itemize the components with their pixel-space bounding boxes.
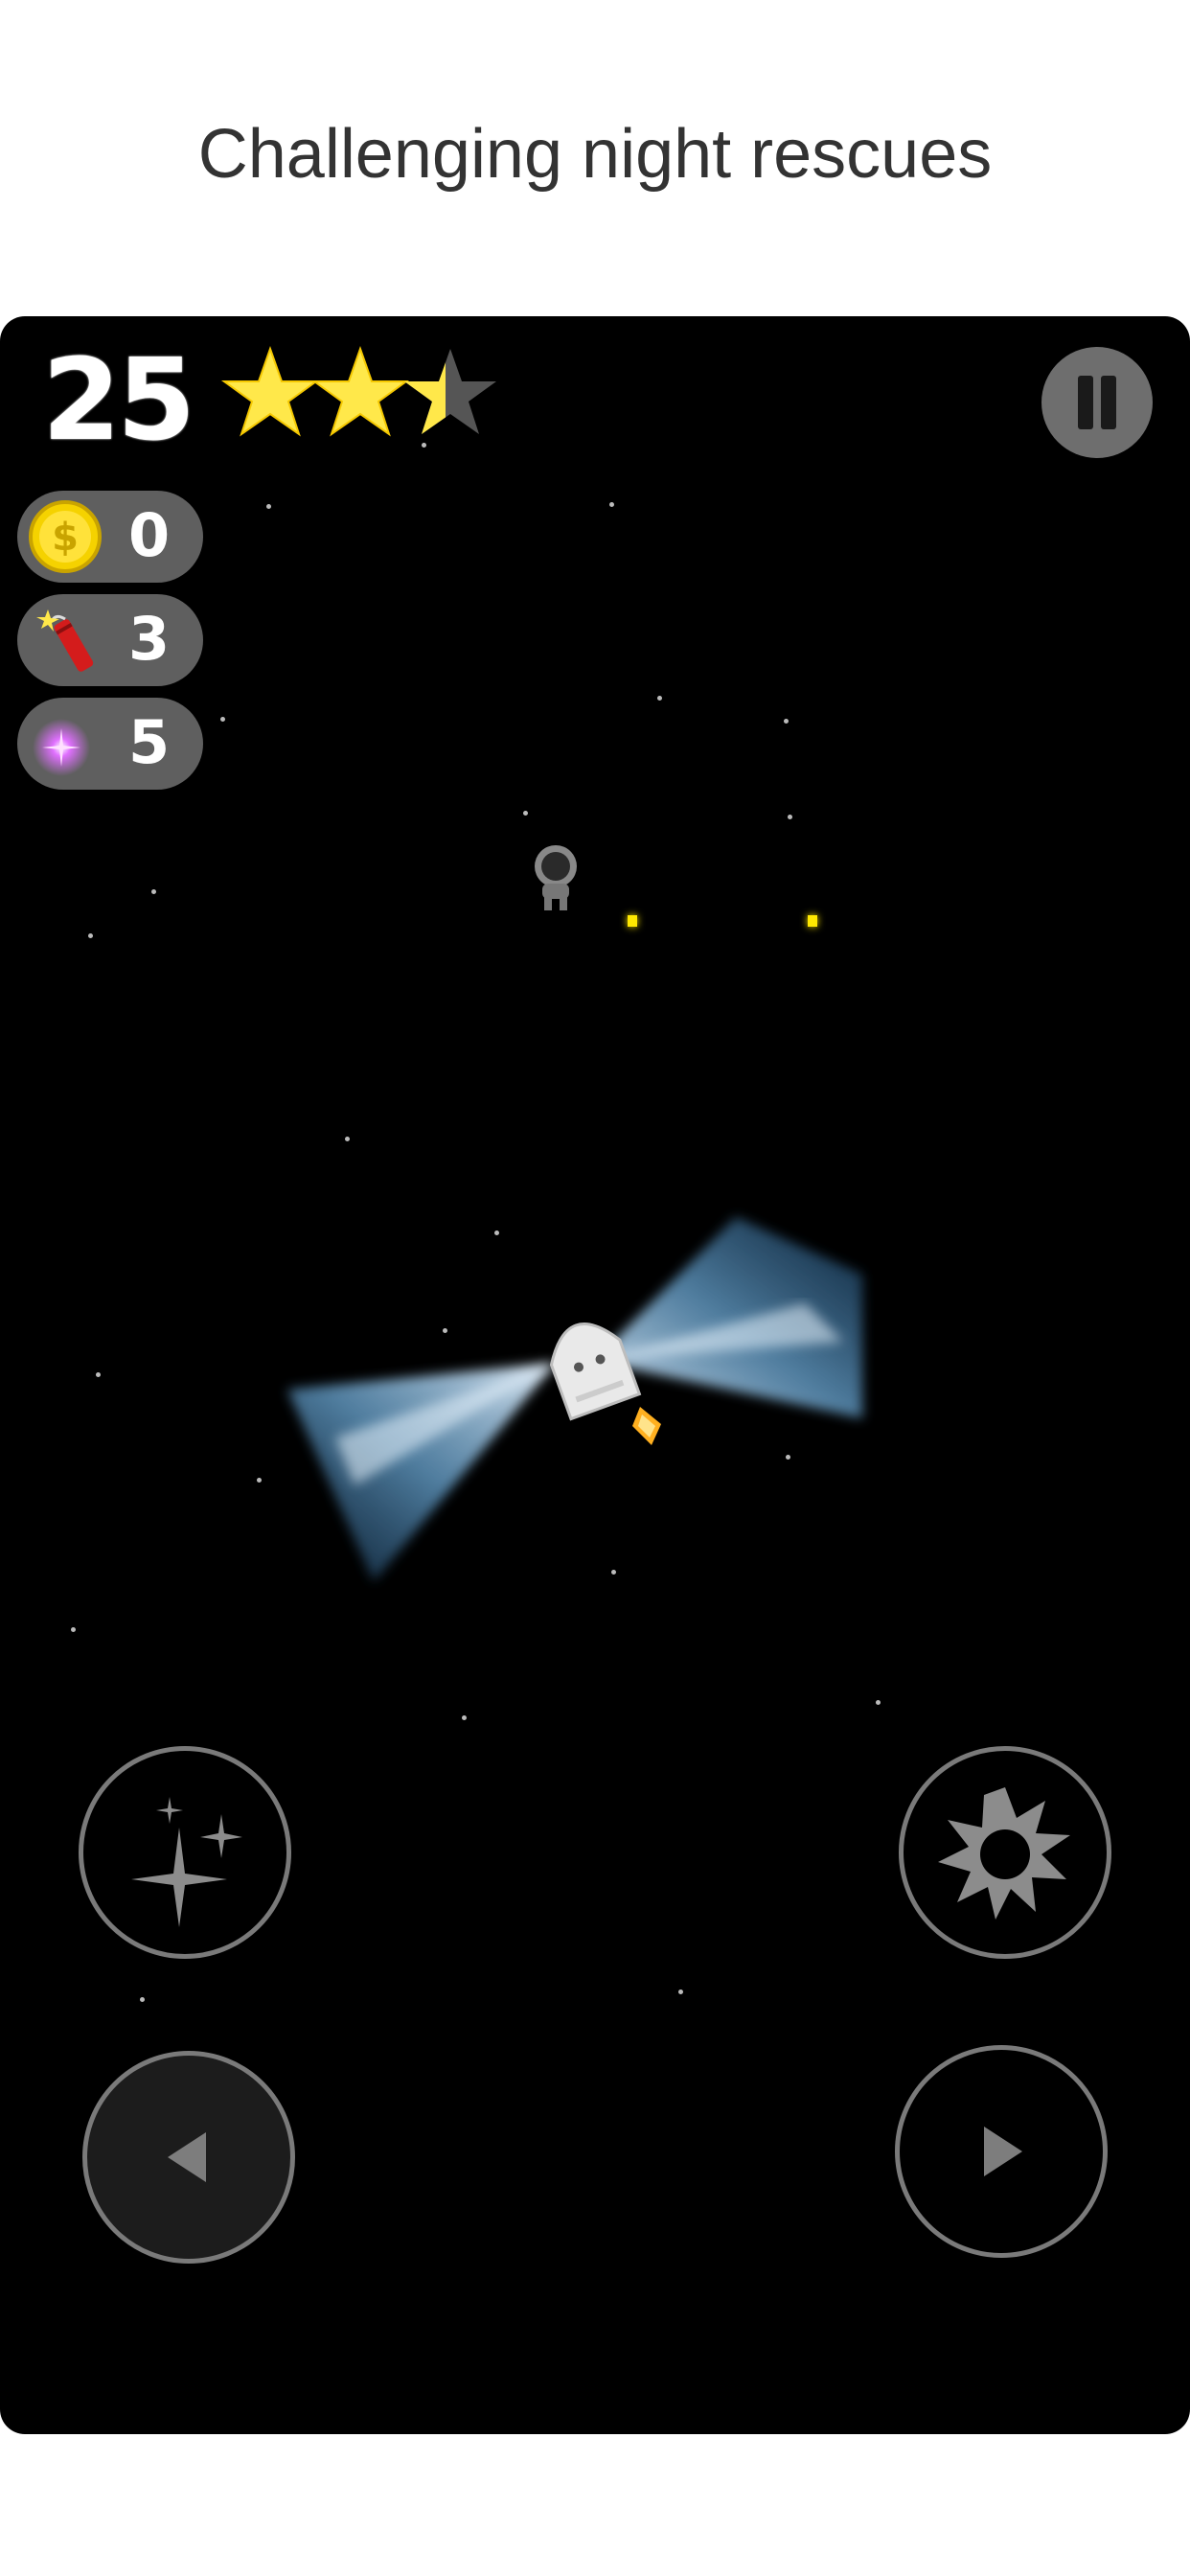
flare-icon	[33, 719, 90, 776]
background-star	[876, 1700, 881, 1705]
svg-text:$: $	[52, 516, 79, 560]
star-icon	[310, 345, 410, 437]
score-value: 25	[42, 334, 195, 466]
flare-count: 5	[128, 707, 171, 777]
star-empty-icon	[404, 349, 496, 434]
coin-icon: $	[29, 500, 102, 573]
astronaut-sprite	[535, 845, 577, 910]
dynamite-counter: 3	[17, 594, 203, 686]
background-star	[266, 504, 271, 509]
spaceship-icon	[549, 1322, 642, 1421]
flare-counter: 5	[17, 698, 203, 790]
background-star	[657, 696, 662, 701]
background-star	[788, 815, 792, 819]
landing-light	[628, 915, 637, 927]
background-star	[462, 1715, 467, 1720]
sparkle-icon	[131, 1797, 242, 1927]
background-star	[88, 933, 93, 938]
star-rating	[220, 345, 496, 437]
dynamite-icon	[36, 610, 94, 672]
game-screen[interactable]: 25 $ 0 3 5	[0, 316, 1190, 2434]
star-icon	[220, 345, 320, 437]
background-star	[257, 1478, 262, 1483]
searchlight-beam	[287, 1363, 556, 1581]
pause-icon-bar	[1101, 376, 1116, 429]
coin-counter: $ 0	[17, 491, 203, 583]
move-right-button[interactable]	[895, 2045, 1108, 2258]
pause-button[interactable]	[1041, 347, 1153, 458]
move-left-button[interactable]	[82, 2051, 295, 2264]
background-star	[523, 811, 528, 816]
background-star	[71, 1627, 76, 1632]
background-star	[140, 1997, 145, 2002]
arrow-right-icon	[984, 2127, 1022, 2176]
background-star	[784, 719, 789, 724]
arrow-left-icon	[168, 2132, 206, 2182]
flare-button[interactable]	[79, 1746, 291, 1959]
background-star	[220, 717, 225, 722]
background-star	[609, 502, 614, 507]
dynamite-button[interactable]	[899, 1746, 1111, 1959]
explosion-icon	[938, 1787, 1070, 1920]
background-star	[151, 889, 156, 894]
pause-icon	[1078, 376, 1093, 429]
background-star	[96, 1372, 101, 1377]
screenshot-caption: Challenging night rescues	[197, 116, 993, 193]
background-star	[345, 1137, 350, 1141]
landing-light	[808, 915, 817, 927]
background-star	[678, 1990, 683, 1994]
dynamite-count: 3	[128, 604, 171, 674]
spaceship-with-searchlights	[287, 1217, 862, 1581]
coin-count: 0	[128, 500, 171, 570]
